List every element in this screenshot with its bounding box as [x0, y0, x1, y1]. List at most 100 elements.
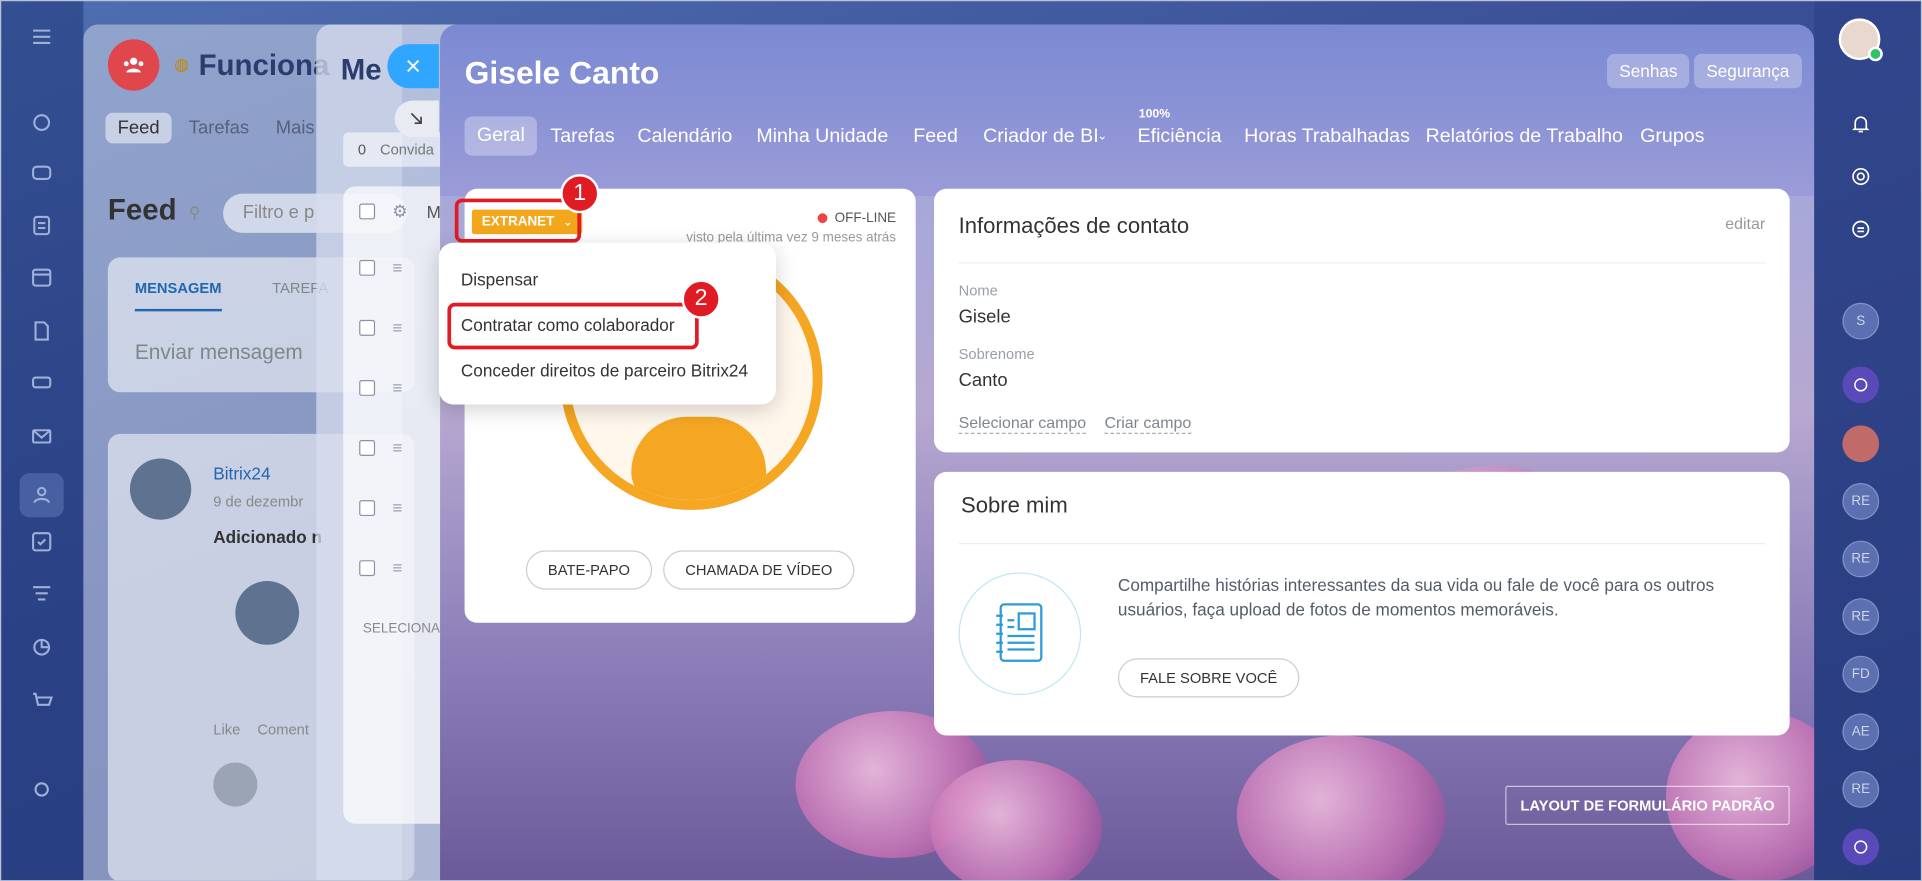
- menu-icon[interactable]: [27, 22, 56, 51]
- tasks-icon[interactable]: [27, 211, 56, 240]
- drive-icon[interactable]: [27, 368, 56, 397]
- feed-icon[interactable]: [27, 108, 56, 137]
- invite-count: 0: [357, 140, 367, 159]
- openlines-icon[interactable]: [1842, 828, 1880, 866]
- avatar-silhouette-icon: [631, 416, 767, 501]
- tab-feed[interactable]: Feed: [913, 125, 958, 150]
- calendar-icon[interactable]: [27, 262, 56, 291]
- close-icon: ×: [405, 50, 421, 81]
- tab-calendario[interactable]: Calendário: [637, 125, 732, 150]
- default-form-layout-button[interactable]: LAYOUT DE FORMULÁRIO PADRÃO: [1505, 785, 1790, 825]
- select-field-link[interactable]: Selecionar campo: [958, 413, 1087, 434]
- last-name-value: Canto: [958, 370, 1008, 392]
- security-button[interactable]: Segurança: [1694, 53, 1802, 89]
- chat-button[interactable]: BATE-PAPO: [525, 550, 653, 590]
- filter-icon[interactable]: [27, 579, 56, 608]
- chat-avatar[interactable]: RE: [1842, 482, 1880, 520]
- post-date: 9 de dezembr: [213, 492, 304, 510]
- tab-grupos[interactable]: Grupos: [1640, 125, 1704, 150]
- row-checkbox[interactable]: [359, 440, 376, 456]
- mail-icon[interactable]: [27, 422, 56, 451]
- highlight-box-2: [447, 302, 699, 350]
- chat-avatar[interactable]: FD: [1842, 655, 1880, 693]
- select-all-checkbox[interactable]: [359, 203, 376, 220]
- target-icon[interactable]: [1842, 158, 1879, 195]
- tab-eficiencia[interactable]: Eficiência: [1138, 125, 1222, 150]
- background-flower: [930, 759, 1102, 881]
- tab-geral[interactable]: Geral: [464, 116, 538, 156]
- pin-icon[interactable]: ⚲: [189, 203, 201, 223]
- tab-horas-trabalhadas[interactable]: Horas Trabalhadas: [1244, 125, 1410, 150]
- background-sky: [440, 24, 1815, 197]
- compose-input[interactable]: Enviar mensagem: [135, 341, 303, 366]
- row-menu-icon[interactable]: ≡: [392, 257, 402, 277]
- left-sidebar: [0, 0, 84, 881]
- minimize-icon: [410, 112, 422, 125]
- chat-avatar[interactable]: RE: [1842, 598, 1880, 635]
- tab-minha-unidade[interactable]: Minha Unidade: [756, 125, 888, 150]
- close-slider-button[interactable]: ×: [387, 44, 439, 89]
- sync-icon[interactable]: [1842, 211, 1879, 248]
- passwords-button[interactable]: Senhas: [1607, 53, 1690, 89]
- row-menu-icon[interactable]: ≡: [392, 378, 402, 398]
- post-user-avatar: [235, 581, 300, 645]
- row-checkbox[interactable]: [359, 319, 376, 336]
- chat-avatar[interactable]: RE: [1842, 771, 1880, 808]
- row-checkbox[interactable]: [359, 259, 376, 276]
- bell-icon[interactable]: [1842, 105, 1879, 142]
- post-text: Adicionado n: [213, 527, 322, 547]
- chat-icon[interactable]: [27, 159, 56, 188]
- menu-item-dismiss[interactable]: Dispensar: [461, 270, 538, 290]
- chat-avatar[interactable]: S: [1842, 302, 1880, 340]
- check-icon[interactable]: [27, 527, 56, 556]
- tell-about-yourself-button[interactable]: FALE SOBRE VOCÊ: [1117, 658, 1300, 698]
- row-menu-icon[interactable]: ≡: [392, 438, 402, 458]
- employees-icon[interactable]: [19, 473, 64, 518]
- right-sidebar: S RE RE RE FD AE RE: [1814, 0, 1922, 881]
- row-checkbox[interactable]: [359, 500, 376, 517]
- gear-icon[interactable]: ⚙: [392, 201, 407, 222]
- collapse-slider-button[interactable]: [394, 100, 439, 138]
- post-author[interactable]: Bitrix24: [213, 463, 270, 483]
- author-avatar: [129, 458, 192, 520]
- contact-info-card: Informações de contato editar Nome Gisel…: [934, 188, 1790, 453]
- tab-tasks[interactable]: Tarefas: [189, 118, 249, 139]
- row-checkbox[interactable]: [359, 379, 376, 396]
- efficiency-badge: 100%: [1138, 107, 1171, 122]
- first-name-label: Nome: [958, 281, 998, 300]
- first-name-value: Gisele: [958, 306, 1011, 328]
- row-menu-icon[interactable]: ≡: [392, 558, 402, 578]
- tab-relatorios[interactable]: Relatórios de Trabalho: [1426, 125, 1623, 150]
- openlines-icon[interactable]: [1842, 366, 1880, 404]
- user-profile-slider: Gisele Canto Senhas Segurança Geral Tare…: [440, 24, 1815, 881]
- row-menu-icon[interactable]: ≡: [392, 317, 402, 337]
- column-header: M: [426, 202, 441, 222]
- cart-icon[interactable]: [27, 686, 56, 715]
- edit-link[interactable]: editar: [1725, 215, 1765, 233]
- row-checkbox[interactable]: [359, 560, 376, 577]
- tab-criador-bi[interactable]: Criador de BI: [983, 125, 1099, 150]
- chevron-down-icon: ⌄: [1097, 129, 1108, 144]
- tab-feed[interactable]: Feed: [105, 112, 172, 144]
- tab-tarefas[interactable]: Tarefas: [550, 125, 614, 150]
- about-description: Compartilhe histórias interessantes da s…: [1117, 574, 1715, 620]
- compose-tab-message[interactable]: MENSAGEM: [134, 279, 222, 312]
- comment-link[interactable]: Coment: [257, 721, 309, 738]
- about-me-card: Sobre mim Compartilhe histórias interess…: [934, 471, 1790, 736]
- menu-item-grant-partner-rights[interactable]: Conceder direitos de parceiro Bitrix24: [461, 360, 748, 380]
- create-field-link[interactable]: Criar campo: [1104, 413, 1192, 434]
- like-link[interactable]: Like: [213, 721, 240, 738]
- row-menu-icon[interactable]: ≡: [392, 498, 402, 518]
- highlight-box-1: [454, 198, 582, 243]
- settings-icon[interactable]: [27, 775, 56, 804]
- offline-dot-icon: [817, 213, 828, 224]
- contact-avatar[interactable]: [1842, 425, 1880, 463]
- analytics-icon[interactable]: [27, 633, 56, 662]
- tab-more[interactable]: Mais: [276, 118, 315, 139]
- group-title: Funciona: [198, 49, 330, 83]
- chat-avatar[interactable]: AE: [1842, 713, 1880, 751]
- video-call-button[interactable]: CHAMADA DE VÍDEO: [663, 550, 855, 590]
- chat-avatar[interactable]: RE: [1842, 540, 1880, 578]
- globe-icon: ◍: [174, 53, 190, 74]
- docs-icon[interactable]: [27, 316, 56, 345]
